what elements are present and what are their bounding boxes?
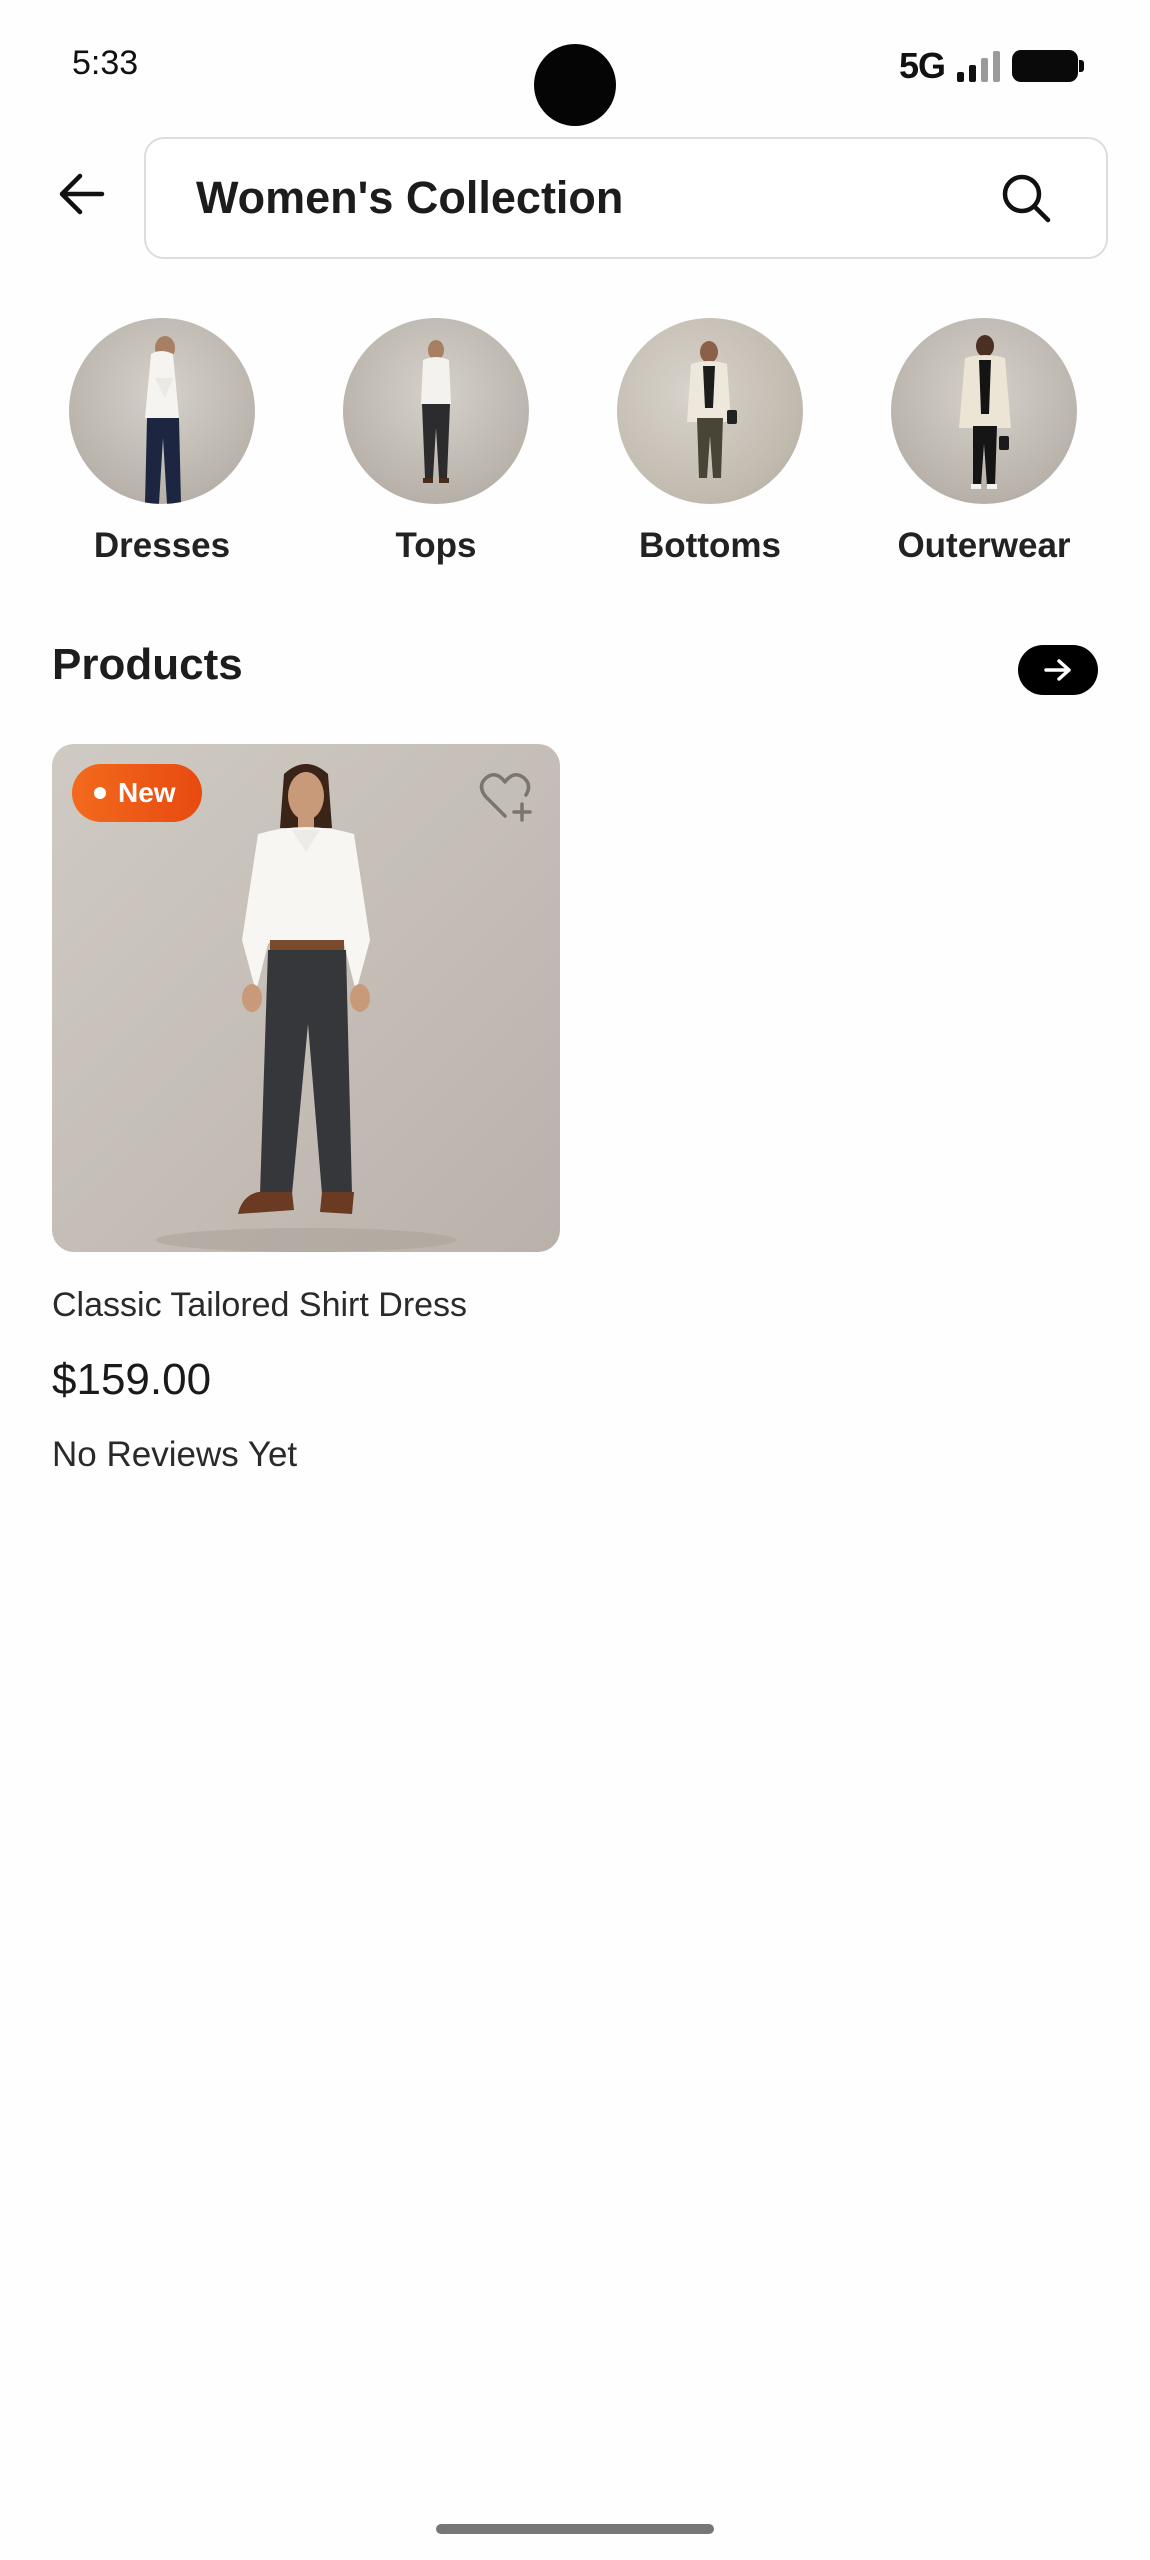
back-button[interactable] — [48, 160, 116, 228]
category-image — [343, 318, 529, 504]
model-figure-image — [687, 341, 737, 478]
section-title: Products — [52, 640, 243, 689]
arrow-left-icon — [59, 173, 105, 215]
signal-icon — [957, 50, 1000, 82]
category-outerwear[interactable]: Outerwear — [854, 318, 1114, 566]
search-icon — [1002, 174, 1051, 223]
badge-label: New — [118, 777, 176, 808]
category-label: Outerwear — [897, 526, 1071, 565]
product-name[interactable]: Classic Tailored Shirt Dress — [52, 1286, 560, 1325]
status-time: 5:33 — [72, 44, 139, 82]
product-reviews: No Reviews Yet — [52, 1435, 298, 1474]
category-label: Bottoms — [639, 526, 781, 565]
wishlist-button[interactable] — [478, 770, 536, 824]
status-indicators: 5G — [898, 45, 1084, 86]
category-tops[interactable]: Tops — [306, 318, 566, 566]
product-price: $159.00 — [52, 1355, 212, 1404]
see-all-products-button[interactable] — [1018, 645, 1098, 695]
model-figure-image — [145, 336, 181, 504]
product-image[interactable]: New — [52, 744, 560, 1252]
category-image — [617, 318, 803, 504]
front-camera — [534, 44, 616, 126]
arrow-right-icon — [1044, 659, 1071, 681]
category-image — [69, 318, 255, 504]
model-figure-image — [959, 335, 1011, 489]
home-indicator[interactable] — [436, 2524, 714, 2534]
battery-icon — [1012, 50, 1084, 82]
search-button[interactable] — [986, 158, 1066, 238]
category-label: Dresses — [93, 526, 231, 565]
model-figure-image — [421, 340, 451, 483]
new-badge: New — [72, 764, 202, 822]
category-image — [891, 318, 1077, 504]
category-label: Tops — [395, 526, 477, 565]
search-bar[interactable]: Women's Collection — [144, 137, 1108, 259]
network-type: 5G — [898, 45, 946, 86]
screen: 5:33 5G Women's Collection Dresses Tops … — [0, 0, 1150, 2560]
heart-plus-icon — [479, 773, 532, 822]
badge-dot-icon — [94, 787, 106, 799]
product-card[interactable]: New Classic Tailored Shirt Dress $159.00… — [52, 744, 560, 1475]
category-dresses[interactable]: Dresses — [32, 318, 292, 566]
search-input[interactable]: Women's Collection — [196, 172, 986, 224]
category-bottoms[interactable]: Bottoms — [580, 318, 840, 566]
